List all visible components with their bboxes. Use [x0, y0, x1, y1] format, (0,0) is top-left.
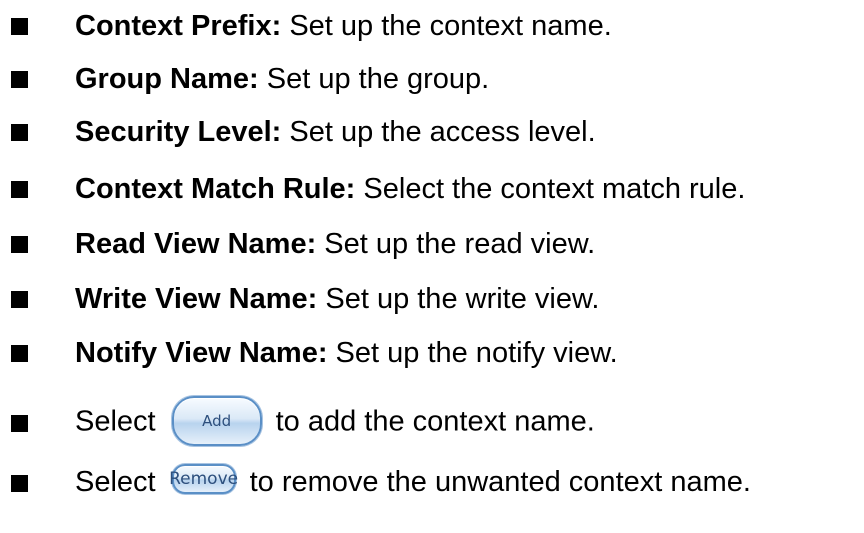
square-bullet-icon: [11, 70, 28, 88]
square-bullet-icon: [11, 235, 28, 253]
list-item-text: Read View Name: Set up the read view.: [75, 227, 596, 260]
list-item-text: Select Add to add the context name.: [75, 396, 595, 448]
bullet-list: Context Prefix: Set up the context name.…: [0, 0, 864, 533]
list-item-term: Notify View Name:: [75, 336, 328, 369]
list-item-add-instruction: Select Add to add the context name.: [0, 396, 864, 448]
square-bullet-icon: [11, 123, 28, 141]
list-item-term: Write View Name:: [75, 282, 318, 315]
list-item-security-level: Security Level: Set up the access level.: [0, 107, 864, 157]
list-item-description: Set up the group.: [258, 62, 490, 95]
list-item-notify-view-name: Notify View Name: Set up the notify view…: [0, 328, 864, 378]
list-item-read-view-name: Read View Name: Set up the read view.: [0, 219, 864, 269]
list-item-remove-instruction: Select Remove to remove the unwanted conte…: [0, 458, 864, 508]
list-item-description: Set up the write view.: [317, 282, 600, 315]
add-button[interactable]: Add: [171, 396, 262, 446]
list-item-term: Read View Name:: [75, 227, 317, 260]
list-item-term: Group Name:: [75, 62, 259, 95]
list-item-text: Context Match Rule: Select the context m…: [75, 172, 746, 205]
list-item-term: Context Match Rule:: [75, 172, 356, 205]
list-item-description: Set up the access level.: [281, 115, 596, 148]
list-item-context-match-rule: Context Match Rule: Select the context m…: [0, 164, 864, 214]
instruction-suffix: to add the context name.: [275, 405, 595, 438]
list-item-description: Set up the notify view.: [327, 336, 618, 369]
list-item-text: Notify View Name: Set up the notify view…: [75, 336, 618, 369]
list-item-context-prefix: Context Prefix: Set up the context name.: [0, 1, 864, 51]
square-bullet-icon: [11, 414, 28, 432]
square-bullet-icon: [11, 17, 28, 35]
instruction-prefix: Select: [75, 405, 156, 438]
list-item-text: Context Prefix: Set up the context name.: [75, 9, 612, 42]
square-bullet-icon: [11, 474, 28, 492]
list-item-group-name: Group Name: Set up the group.: [0, 54, 864, 104]
list-item-description: Set up the context name.: [281, 9, 612, 42]
instruction-suffix: to remove the unwanted context name.: [249, 465, 751, 498]
list-item-write-view-name: Write View Name: Set up the write view.: [0, 274, 864, 324]
list-item-text: Write View Name: Set up the write view.: [75, 282, 600, 315]
list-item-description: Set up the read view.: [316, 227, 596, 260]
square-bullet-icon: [11, 290, 28, 308]
list-item-description: Select the context match rule.: [355, 172, 746, 205]
square-bullet-icon: [11, 344, 28, 362]
remove-button[interactable]: Remove: [169, 464, 238, 495]
instruction-prefix: Select: [75, 465, 156, 498]
list-item-term: Context Prefix:: [75, 9, 282, 42]
list-item-text: Security Level: Set up the access level.: [75, 115, 596, 148]
list-item-term: Security Level:: [75, 115, 282, 148]
list-item-text: Select Remove to remove the unwanted conte…: [75, 464, 751, 498]
square-bullet-icon: [11, 180, 28, 198]
list-item-text: Group Name: Set up the group.: [75, 62, 490, 95]
